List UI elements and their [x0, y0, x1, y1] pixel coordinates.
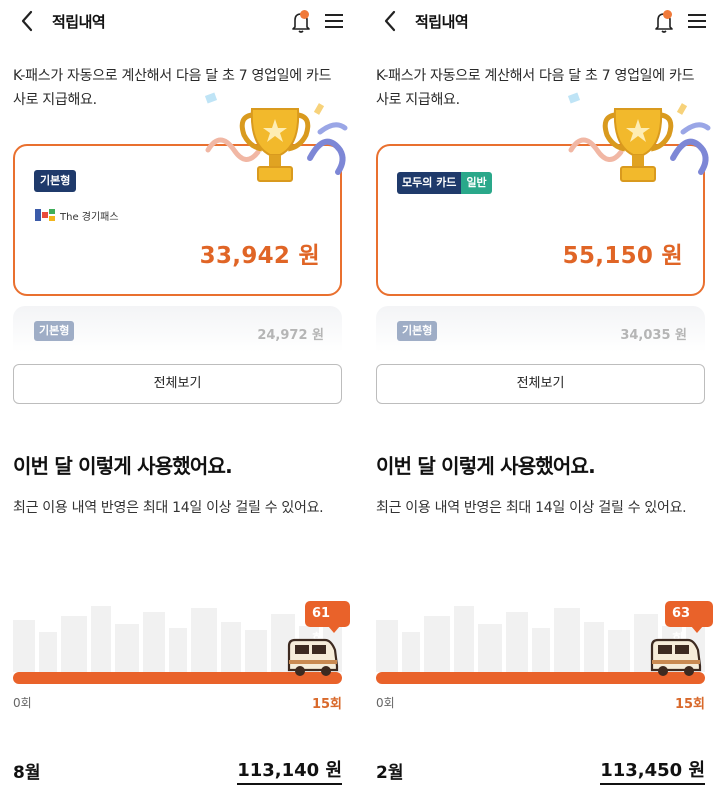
trophy-icon [239, 108, 311, 182]
progress-min-label: 0회 [13, 696, 32, 710]
view-all-button[interactable]: 전체보기 [376, 364, 705, 404]
screen-divider [352, 0, 360, 794]
notification-dot [663, 10, 672, 19]
summary-total[interactable]: 113,450 원 [600, 756, 705, 785]
progress-goal-label: 15회 [311, 697, 342, 712]
reward-amount: 24,972 원 [257, 328, 324, 343]
usage-heading: 이번 달 이렇게 사용했어요. [13, 454, 233, 478]
card-type-badge: 기본형 [397, 321, 438, 341]
trophy-icon [602, 108, 674, 182]
page-title: 적립내역 [415, 13, 469, 31]
card-plan-badge: 일반 [461, 172, 492, 194]
menu-icon[interactable] [323, 10, 345, 32]
reward-card-next[interactable]: 기본형 24,972 원 [13, 306, 342, 352]
notification-dot [300, 10, 309, 19]
usage-count-badge: 63 회 [665, 601, 713, 647]
usage-count-badge: 61 회 [305, 601, 350, 647]
card-type-badge: 모두의 카드 일반 [397, 172, 492, 194]
progress-goal-label: 15회 [674, 697, 705, 712]
reward-amount: 55,150 원 [562, 243, 683, 269]
reward-amount: 33,942 원 [199, 243, 320, 269]
reward-amount: 34,035 원 [620, 328, 687, 343]
card-type-badge: 기본형 [34, 321, 75, 341]
view-all-button[interactable]: 전체보기 [13, 364, 342, 404]
van-icon [287, 638, 339, 676]
back-arrow-icon[interactable] [16, 8, 40, 34]
usage-note: 최근 이용 내역 반영은 최대 14일 이상 걸릴 수 있어요. [13, 500, 324, 516]
page-title: 적립내역 [52, 13, 106, 31]
summary-total[interactable]: 113,140 원 [237, 756, 342, 785]
summary-month: 2월 [376, 763, 404, 783]
app-header: 적립내역 [363, 0, 713, 44]
card-type-badge: 기본형 [34, 170, 77, 192]
reward-card-next[interactable]: 기본형 34,035 원 [376, 306, 705, 352]
progress-min-label: 0회 [376, 696, 395, 710]
screen-right: 적립내역 K-패스가 자동으로 계산해서 다음 달 초 7 영업일에 카드사로 … [363, 0, 713, 794]
gyeonggi-pass-logo: The 경기패스 [35, 206, 119, 224]
card-name-badge: 모두의 카드 [397, 172, 462, 194]
van-icon [650, 638, 702, 676]
back-arrow-icon[interactable] [379, 8, 403, 34]
issuer-logo-text: The 경기패스 [60, 211, 119, 223]
app-header: 적립내역 [0, 0, 350, 44]
gyeonggi-pass-logo-mark [35, 207, 55, 223]
usage-heading: 이번 달 이렇게 사용했어요. [376, 454, 596, 478]
menu-icon[interactable] [686, 10, 708, 32]
screen-left: 적립내역 K-패스가 자동으로 계산해서 다음 달 초 7 영업일에 카드사로 … [0, 0, 350, 794]
usage-note: 최근 이용 내역 반영은 최대 14일 이상 걸릴 수 있어요. [376, 500, 687, 516]
summary-month: 8월 [13, 763, 41, 783]
